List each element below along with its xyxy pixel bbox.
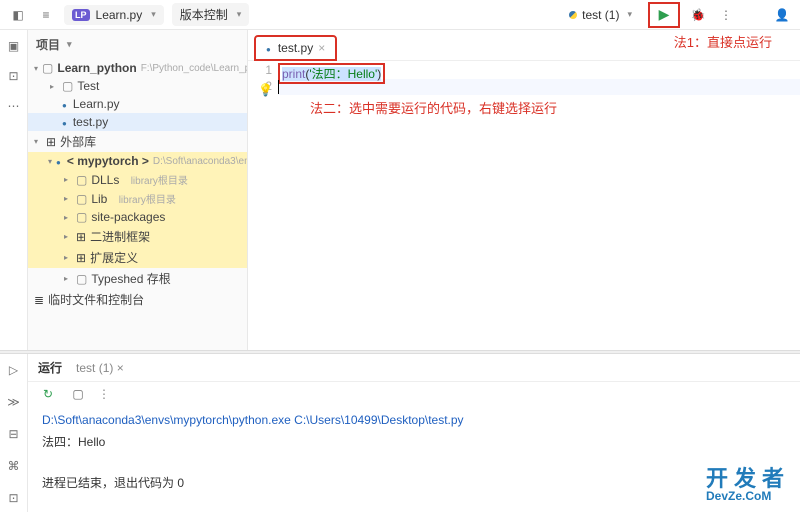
- account-icon[interactable]: 👤: [772, 5, 792, 25]
- annotation-2: 法二：选中需要运行的代码，右键选择运行: [310, 98, 557, 117]
- python-console-icon[interactable]: ≫: [4, 392, 24, 412]
- console-cmd: D:\Soft\anaconda3\envs\mypytorch\python.…: [42, 410, 786, 432]
- tree-label: test.py: [73, 115, 108, 129]
- structure-tool-icon[interactable]: ⊡: [4, 66, 24, 86]
- tree-item[interactable]: ▸⊞扩展定义: [28, 247, 247, 268]
- tree-label: Test: [77, 79, 99, 93]
- python-icon: [569, 11, 577, 19]
- code-highlight-box: print('法四：Hello'): [278, 63, 385, 84]
- root-name: Learn_python: [57, 61, 136, 75]
- chevron-down-icon: ▾: [627, 9, 632, 20]
- run-button-highlight: ▶: [648, 2, 680, 28]
- run-tab[interactable]: 运行: [38, 359, 62, 376]
- tree-label: 临时文件和控制台: [48, 291, 144, 308]
- scratch-icon: ≣: [34, 293, 44, 307]
- project-panel-title: 项目: [36, 36, 60, 53]
- run-config-tab[interactable]: test (1) ×: [76, 361, 124, 375]
- problems-icon[interactable]: ⊡: [4, 488, 24, 508]
- lib-icon: ⊞: [46, 135, 56, 149]
- python-file-icon: [62, 97, 69, 111]
- code-editor[interactable]: 💡 print('法四：Hello'): [278, 61, 800, 97]
- project-selector[interactable]: LP Learn.py ▾: [64, 5, 164, 25]
- project-panel-header[interactable]: 项目 ▾: [28, 30, 247, 59]
- tree-label: Learn.py: [73, 97, 120, 111]
- intention-bulb-icon[interactable]: 💡: [258, 83, 273, 97]
- python-file-icon: [266, 41, 273, 55]
- folder-icon: ▢: [42, 61, 53, 75]
- project-badge: LP: [72, 9, 90, 21]
- expand-icon[interactable]: ▸: [50, 82, 58, 91]
- python-file-icon: [62, 115, 69, 129]
- tree-item[interactable]: ▸▢Typeshed 存根: [28, 268, 247, 289]
- folder-icon: ▢: [62, 79, 73, 93]
- more-icon[interactable]: ⋮: [98, 387, 110, 401]
- project-label: Learn.py: [96, 8, 143, 22]
- menu-icon[interactable]: ≡: [36, 5, 56, 25]
- env-name: < mypytorch >: [67, 154, 149, 168]
- console-output[interactable]: D:\Soft\anaconda3\envs\mypytorch\python.…: [28, 406, 800, 499]
- chevron-down-icon: ▾: [151, 9, 156, 20]
- debug-button[interactable]: 🐞: [688, 5, 708, 25]
- python-icon: [56, 154, 63, 168]
- vcs-label: 版本控制: [180, 6, 228, 23]
- expand-icon[interactable]: ▾: [34, 137, 42, 146]
- run-tool-icon[interactable]: ▷: [4, 360, 24, 380]
- tree-label: 外部库: [60, 133, 96, 150]
- more-tool-icon[interactable]: ⋯: [4, 96, 24, 116]
- vcs-selector[interactable]: 版本控制 ▾: [172, 3, 250, 26]
- watermark: 开发者 DevZe.CoM: [706, 468, 790, 502]
- more-icon[interactable]: ⋮: [716, 5, 736, 25]
- env-path: D:\Soft\anaconda3\en: [153, 156, 247, 167]
- terminal-icon[interactable]: ⌘: [4, 456, 24, 476]
- tree-env[interactable]: ▾ < mypytorch > D:\Soft\anaconda3\en: [28, 152, 247, 170]
- app-icon[interactable]: ◧: [8, 5, 28, 25]
- services-icon[interactable]: ⊟: [4, 424, 24, 444]
- close-tab-icon[interactable]: ×: [318, 41, 325, 55]
- tab-label: test.py: [278, 41, 313, 55]
- tree-item[interactable]: ▸▢Lib library根目录: [28, 189, 247, 208]
- tree-folder[interactable]: ▸ ▢ Test: [28, 77, 247, 95]
- folder-tool-icon[interactable]: ▣: [4, 36, 24, 56]
- root-path: F:\Python_code\Learn_py: [141, 63, 247, 74]
- tree-ext-lib[interactable]: ▾ ⊞ 外部库: [28, 131, 247, 152]
- run-button[interactable]: ▶: [654, 5, 674, 25]
- console-exit: 进程已结束，退出代码为 0: [42, 473, 786, 495]
- text-cursor: [278, 80, 279, 94]
- chevron-down-icon: ▾: [67, 39, 72, 50]
- run-config-label: test (1): [582, 8, 619, 22]
- tree-item[interactable]: ▸⊞二进制框架: [28, 226, 247, 247]
- run-config-selector[interactable]: test (1) ▾: [561, 6, 640, 24]
- tree-scratch[interactable]: ≣ 临时文件和控制台: [28, 289, 247, 310]
- tree-root[interactable]: ▾ ▢ Learn_python F:\Python_code\Learn_py: [28, 59, 247, 77]
- rerun-icon[interactable]: ↻: [38, 384, 58, 404]
- tree-item[interactable]: ▸▢DLLs library根目录: [28, 170, 247, 189]
- tree-item[interactable]: ▸▢site-packages: [28, 208, 247, 226]
- stop-icon[interactable]: ▢: [68, 384, 88, 404]
- expand-icon[interactable]: ▾: [34, 64, 38, 73]
- expand-icon[interactable]: ▾: [48, 157, 52, 166]
- tree-file[interactable]: Learn.py: [28, 95, 247, 113]
- console-stdout: 法四：Hello: [42, 432, 786, 454]
- chevron-down-icon: ▾: [237, 9, 242, 20]
- tree-file-selected[interactable]: test.py: [28, 113, 247, 131]
- editor-tab[interactable]: test.py ×: [254, 35, 337, 61]
